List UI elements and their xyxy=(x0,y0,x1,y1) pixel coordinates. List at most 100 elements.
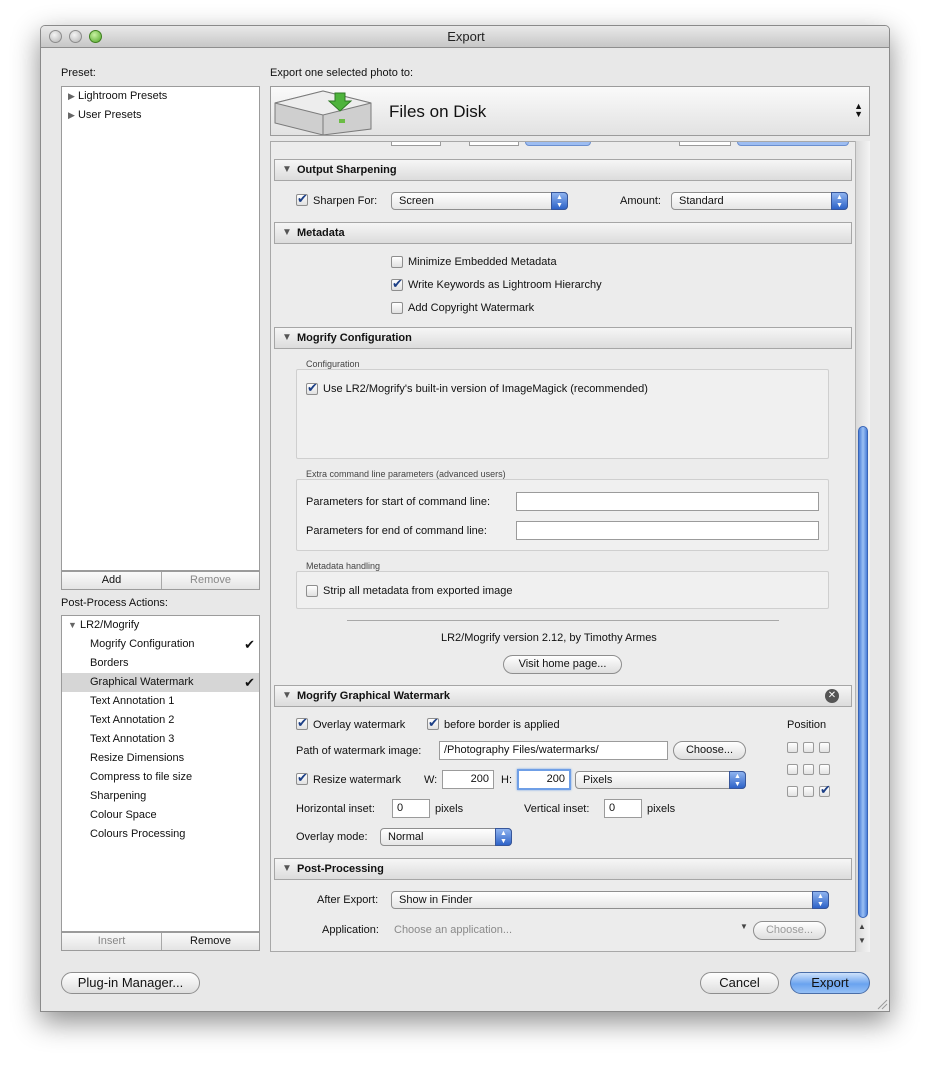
post-process-item[interactable]: Mogrify Configuration ✔ xyxy=(62,635,259,654)
destination-selector[interactable]: Files on Disk ▲ ▼ xyxy=(270,86,870,136)
preset-folder-lightroom[interactable]: ▶ Lightroom Presets xyxy=(62,87,259,106)
scroll-down-icon[interactable]: ▼ xyxy=(858,936,866,945)
cancel-button[interactable]: Cancel xyxy=(700,972,779,994)
export-target-label: Export one selected photo to: xyxy=(270,67,414,79)
disclosure-open-icon[interactable]: ▼ xyxy=(68,620,77,630)
overlay-watermark-checkbox[interactable]: ✔ xyxy=(296,715,308,730)
after-export-label: After Export: xyxy=(317,894,379,906)
overlay-mode-select[interactable]: Normal ▲ ▼ xyxy=(380,828,512,846)
remove-preset-button[interactable]: Remove xyxy=(162,572,259,589)
params-end-label: Parameters for end of command line: xyxy=(306,525,487,537)
watermark-path-label: Path of watermark image: xyxy=(296,745,422,757)
remove-action-button[interactable]: Remove xyxy=(162,933,259,950)
popup-arrows-icon: ▲ ▼ xyxy=(831,192,848,210)
minimize-window-button[interactable] xyxy=(69,30,82,43)
sharpen-for-checkbox[interactable]: ✔ xyxy=(296,191,308,206)
section-collapse-icon[interactable]: ▼ xyxy=(282,328,292,348)
section-metadata[interactable]: ▼ Metadata xyxy=(274,222,852,244)
position-bottom-left[interactable] xyxy=(787,786,798,797)
size-units-select[interactable]: Pixels ▲ ▼ xyxy=(575,771,746,789)
post-process-item[interactable]: Compress to file size xyxy=(62,768,259,787)
horizontal-inset-units: pixels xyxy=(435,803,464,815)
position-top-right[interactable] xyxy=(819,742,830,753)
choose-application-button[interactable]: Choose... xyxy=(753,921,826,940)
close-window-button[interactable] xyxy=(49,30,62,43)
position-bottom-right[interactable]: ✔ xyxy=(819,782,831,797)
section-mogrify-configuration[interactable]: ▼ Mogrify Configuration xyxy=(274,327,852,349)
position-top-center[interactable] xyxy=(803,742,814,753)
vertical-inset-label: Vertical inset: xyxy=(524,803,590,815)
extra-params-group-label: Extra command line parameters (advanced … xyxy=(306,469,506,479)
post-process-item[interactable]: Resize Dimensions xyxy=(62,749,259,768)
section-output-sharpening[interactable]: ▼ Output Sharpening xyxy=(274,159,852,181)
post-process-button-bar: Insert Remove xyxy=(61,932,260,951)
post-process-item[interactable]: Text Annotation 3 xyxy=(62,730,259,749)
window-title: Export xyxy=(447,29,485,44)
copyright-watermark-checkbox[interactable] xyxy=(391,302,403,314)
position-middle-right[interactable] xyxy=(819,764,830,775)
resize-watermark-checkbox[interactable]: ✔ xyxy=(296,770,308,785)
write-keywords-checkbox[interactable]: ✔ xyxy=(391,276,403,291)
application-combobox[interactable]: Choose an application... xyxy=(394,924,512,936)
add-preset-button[interactable]: Add xyxy=(62,572,161,589)
section-collapse-icon[interactable]: ▼ xyxy=(282,223,292,243)
post-process-item[interactable]: Colours Processing xyxy=(62,825,259,844)
export-button[interactable]: Export xyxy=(790,972,870,994)
enabled-check-icon: ✔ xyxy=(244,675,255,690)
plugin-manager-button[interactable]: Plug-in Manager... xyxy=(61,972,200,994)
before-border-checkbox[interactable]: ✔ xyxy=(427,715,439,730)
disclosure-triangle-icon[interactable]: ▶ xyxy=(68,91,75,101)
disclosure-triangle-icon[interactable]: ▶ xyxy=(68,110,75,120)
zoom-window-button[interactable] xyxy=(89,30,102,43)
watermark-width-input[interactable]: 200 xyxy=(442,770,494,789)
section-collapse-icon[interactable]: ▼ xyxy=(282,859,292,879)
divider xyxy=(347,620,779,621)
post-process-item[interactable]: Text Annotation 2 xyxy=(62,711,259,730)
watermark-path-input[interactable]: /Photography Files/watermarks/ xyxy=(439,741,668,760)
post-process-item[interactable]: Sharpening xyxy=(62,787,259,806)
popup-arrows-icon: ▲ ▼ xyxy=(812,891,829,909)
preset-folder-user[interactable]: ▶ User Presets xyxy=(62,106,259,125)
post-process-item[interactable]: Text Annotation 1 xyxy=(62,692,259,711)
builtin-imagemagick-checkbox[interactable]: ✔ xyxy=(306,380,318,395)
post-process-item[interactable]: Borders xyxy=(62,654,259,673)
remove-section-icon[interactable]: ✕ xyxy=(825,689,839,703)
popup-arrows-icon: ▲ ▼ xyxy=(551,192,568,210)
post-process-item[interactable]: Graphical Watermark ✔ xyxy=(62,673,259,692)
minimize-metadata-label: Minimize Embedded Metadata xyxy=(408,256,557,268)
position-top-left[interactable] xyxy=(787,742,798,753)
write-keywords-label: Write Keywords as Lightroom Hierarchy xyxy=(408,279,602,291)
section-graphical-watermark[interactable]: ▼ Mogrify Graphical Watermark ✕ xyxy=(274,685,852,707)
vertical-inset-input[interactable]: 0 xyxy=(604,799,642,818)
resize-grip-icon[interactable] xyxy=(876,998,888,1010)
combobox-arrow-icon[interactable]: ▼ xyxy=(740,922,748,931)
choose-watermark-button[interactable]: Choose... xyxy=(673,741,746,760)
visit-home-page-button[interactable]: Visit home page... xyxy=(503,655,622,674)
post-process-item[interactable]: Colour Space xyxy=(62,806,259,825)
position-middle-center[interactable] xyxy=(803,764,814,775)
before-border-label: before border is applied xyxy=(444,719,560,731)
section-collapse-icon[interactable]: ▼ xyxy=(282,160,292,180)
after-export-select[interactable]: Show in Finder ▲ ▼ xyxy=(391,891,829,909)
section-collapse-icon[interactable]: ▼ xyxy=(282,686,292,706)
settings-scrollbar[interactable]: ▲ ▼ xyxy=(855,141,870,952)
post-process-label: Post-Process Actions: xyxy=(61,597,168,609)
title-bar: Export xyxy=(41,26,889,48)
horizontal-inset-input[interactable]: 0 xyxy=(392,799,430,818)
scrollbar-thumb[interactable] xyxy=(858,426,868,918)
params-end-input[interactable] xyxy=(516,521,819,540)
params-start-input[interactable] xyxy=(516,492,819,511)
amount-select[interactable]: Standard ▲ ▼ xyxy=(671,192,848,210)
vertical-inset-units: pixels xyxy=(647,803,676,815)
sharpen-for-select[interactable]: Screen ▲ ▼ xyxy=(391,192,568,210)
scroll-up-icon[interactable]: ▲ xyxy=(858,922,866,931)
strip-metadata-checkbox[interactable] xyxy=(306,585,318,597)
position-bottom-center[interactable] xyxy=(803,786,814,797)
position-middle-left[interactable] xyxy=(787,764,798,775)
post-process-root[interactable]: ▼ LR2/Mogrify xyxy=(62,616,259,635)
application-label: Application: xyxy=(322,924,379,936)
section-post-processing[interactable]: ▼ Post-Processing xyxy=(274,858,852,880)
insert-action-button[interactable]: Insert xyxy=(62,933,161,950)
watermark-height-input[interactable]: 200 xyxy=(517,769,571,790)
minimize-metadata-checkbox[interactable] xyxy=(391,256,403,268)
